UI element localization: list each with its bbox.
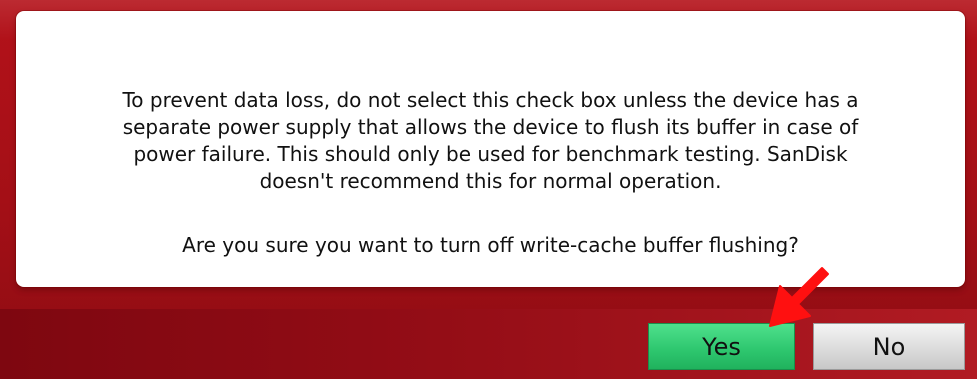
yes-button-label: Yes <box>702 332 741 361</box>
red-arrow-icon <box>769 267 829 327</box>
warning-message: To prevent data loss, do not select this… <box>122 88 859 193</box>
message-panel: To prevent data loss, do not select this… <box>16 11 965 287</box>
arrow-shape <box>769 267 829 327</box>
confirmation-question: Are you sure you want to turn off write-… <box>182 233 799 257</box>
confirmation-dialog: To prevent data loss, do not select this… <box>0 0 977 379</box>
no-button-label: No <box>872 332 906 361</box>
